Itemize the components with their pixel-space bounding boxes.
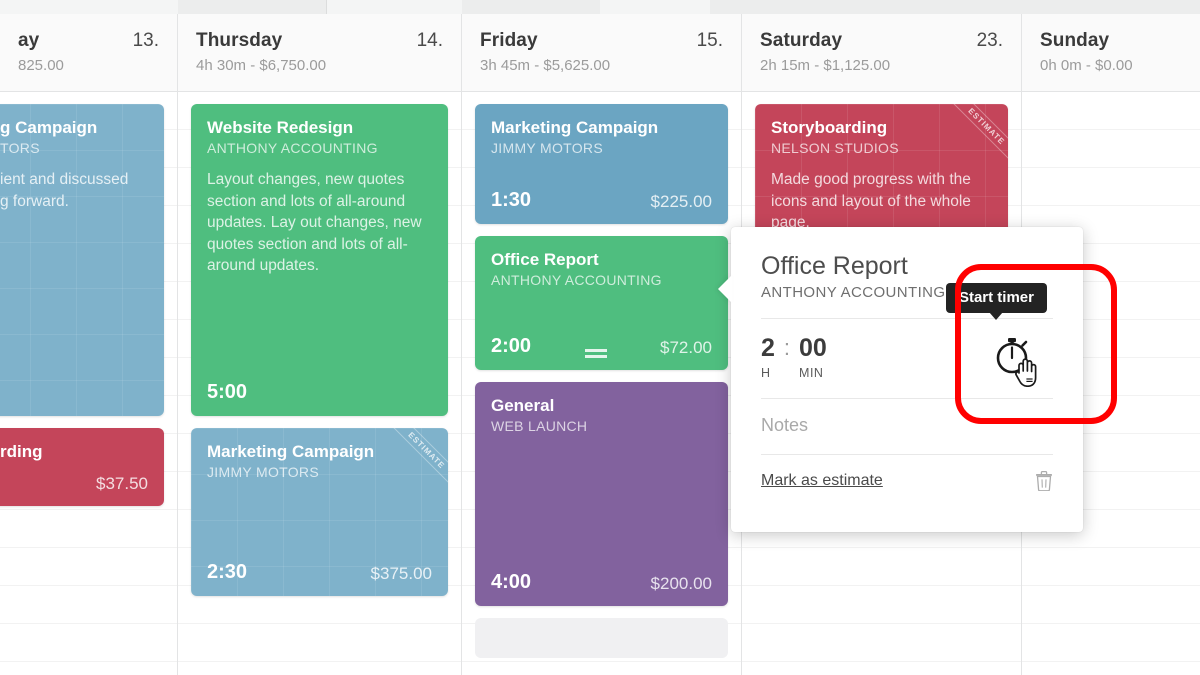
event-footer: $37.50	[0, 464, 148, 494]
event-card[interactable]: General WEB LAUNCH 4:00 $200.00	[475, 382, 728, 606]
event-client: JIMMY MOTORS	[491, 140, 603, 157]
event-duration: 1:30	[491, 189, 532, 211]
event-title: General	[491, 396, 555, 415]
day-number-friday: 15.	[696, 30, 723, 51]
event-client: WEB LAUNCH	[491, 418, 588, 435]
event-amount: $375.00	[370, 564, 432, 583]
day-header-saturday: Saturday 23. 2h 15m - $1,125.00	[742, 14, 1021, 92]
day-header-thursday: Thursday 14. 4h 30m - $6,750.00	[178, 14, 461, 92]
popup-pointer	[718, 275, 732, 303]
day-body-thursday[interactable]: Website Redesign ANTHONY ACCOUNTING Layo…	[178, 92, 461, 675]
event-title: Marketing Campaign	[207, 442, 375, 461]
event-client: ANTHONY ACCOUNTING	[491, 272, 662, 289]
event-note: ient and discussed g forward.	[0, 171, 129, 210]
day-column-friday[interactable]: Friday 15. 3h 45m - $5,625.00 Marketing …	[462, 14, 742, 675]
day-header-sunday: Sunday 0h 0m - $0.00	[1022, 14, 1200, 92]
event-footer: 2:00 $72.00	[491, 325, 712, 358]
day-number-saturday: 23.	[976, 30, 1003, 51]
event-duration: 5:00	[207, 381, 248, 403]
day-name-sunday: Sunday	[1040, 30, 1110, 51]
day-name-friday: Friday	[480, 30, 538, 51]
minutes-field[interactable]: 00 MIN	[799, 333, 827, 380]
day-body-0[interactable]: g Campaign TORS ient and discussed g for…	[0, 92, 177, 675]
time-colon: :	[783, 334, 791, 360]
day-column-0[interactable]: ay 13. 825.00 g Campaign TORS ient and d…	[0, 14, 178, 675]
event-title: Marketing Campaign	[491, 118, 659, 137]
day-summary-thursday: 4h 30m - $6,750.00	[196, 57, 327, 74]
popup-title: Office Report	[761, 252, 908, 280]
event-note: Layout changes, new quotes section and l…	[207, 171, 422, 274]
event-footer: 4:00 $200.00	[491, 561, 712, 594]
event-footer: 1:30 $225.00	[491, 179, 712, 212]
day-summary-sunday: 0h 0m - $0.00	[1040, 57, 1133, 74]
event-card[interactable]: g Campaign TORS ient and discussed g for…	[0, 104, 164, 416]
start-timer-button[interactable]: Start timer	[945, 282, 1047, 387]
event-detail-popup[interactable]: Office Report ANTHONY ACCOUNTING 2 H : 0…	[718, 227, 1083, 532]
event-amount: $225.00	[650, 192, 712, 211]
notes-input[interactable]: Notes	[761, 415, 808, 435]
day-number-thursday: 14.	[416, 30, 443, 51]
notes-row[interactable]: Notes	[761, 399, 1053, 454]
event-title: Office Report	[491, 250, 599, 269]
trash-icon[interactable]	[1035, 470, 1053, 491]
day-header-friday: Friday 15. 3h 45m - $5,625.00	[462, 14, 741, 92]
event-note: Made good progress with the icons and la…	[771, 171, 971, 232]
day-summary-friday: 3h 45m - $5,625.00	[480, 57, 611, 74]
event-card[interactable]: Website Redesign ANTHONY ACCOUNTING Layo…	[191, 104, 448, 416]
event-amount: $72.00	[660, 338, 712, 357]
event-title: g Campaign	[0, 118, 98, 137]
minutes-label: MIN	[799, 365, 824, 380]
event-duration: 2:00	[491, 335, 532, 357]
minutes-value: 00	[799, 333, 827, 362]
event-card[interactable]: Marketing Campaign JIMMY MOTORS 1:30 $22…	[475, 104, 728, 224]
event-card[interactable]: rding $37.50	[0, 428, 164, 506]
event-amount: $37.50	[96, 474, 148, 494]
event-client: JIMMY MOTORS	[207, 464, 319, 481]
day-name-thursday: Thursday	[196, 30, 283, 51]
day-body-friday[interactable]: Marketing Campaign JIMMY MOTORS 1:30 $22…	[462, 92, 741, 675]
event-footer: 2:30 $375.00	[207, 551, 432, 584]
day-header-0: ay 13. 825.00	[0, 14, 177, 92]
drag-handle-icon[interactable]	[584, 349, 607, 358]
hours-field[interactable]: 2 H	[761, 333, 775, 380]
hours-value: 2	[761, 333, 775, 362]
event-client: TORS	[0, 140, 40, 157]
calendar-week-view: ay 13. 825.00 g Campaign TORS ient and d…	[0, 0, 1200, 675]
event-duration: 4:00	[491, 571, 532, 593]
event-card-selected[interactable]: Office Report ANTHONY ACCOUNTING 2:00 $7…	[475, 236, 728, 370]
event-client: ANTHONY ACCOUNTING	[207, 140, 378, 157]
day-summary-saturday: 2h 15m - $1,125.00	[760, 57, 891, 74]
event-card-placeholder[interactable]	[475, 618, 728, 658]
day-number-0: 13.	[132, 30, 159, 51]
day-summary-0: 825.00	[18, 57, 64, 74]
event-card[interactable]: ESTIMATE Marketing Campaign JIMMY MOTORS…	[191, 428, 448, 596]
stopwatch-icon	[996, 337, 1028, 373]
top-chrome-strip	[0, 0, 1200, 14]
day-column-thursday[interactable]: Thursday 14. 4h 30m - $6,750.00 Website …	[178, 14, 462, 675]
event-footer: 5:00	[207, 371, 432, 404]
mark-as-estimate-link[interactable]: Mark as estimate	[761, 472, 883, 490]
event-duration: 2:30	[207, 561, 248, 583]
event-client: NELSON STUDIOS	[771, 140, 899, 157]
duration-row: 2 H : 00 MIN Start timer	[761, 282, 1053, 398]
hours-label: H	[761, 365, 771, 380]
start-timer-tooltip: Start timer	[945, 282, 1047, 320]
event-title: Storyboarding	[771, 118, 888, 137]
event-title: rding	[0, 442, 43, 461]
day-name-0: ay	[18, 30, 40, 51]
day-name-saturday: Saturday	[760, 30, 843, 51]
event-title: Website Redesign	[207, 118, 354, 137]
popup-footer: Mark as estimate	[761, 455, 1053, 491]
event-amount: $200.00	[650, 574, 712, 593]
